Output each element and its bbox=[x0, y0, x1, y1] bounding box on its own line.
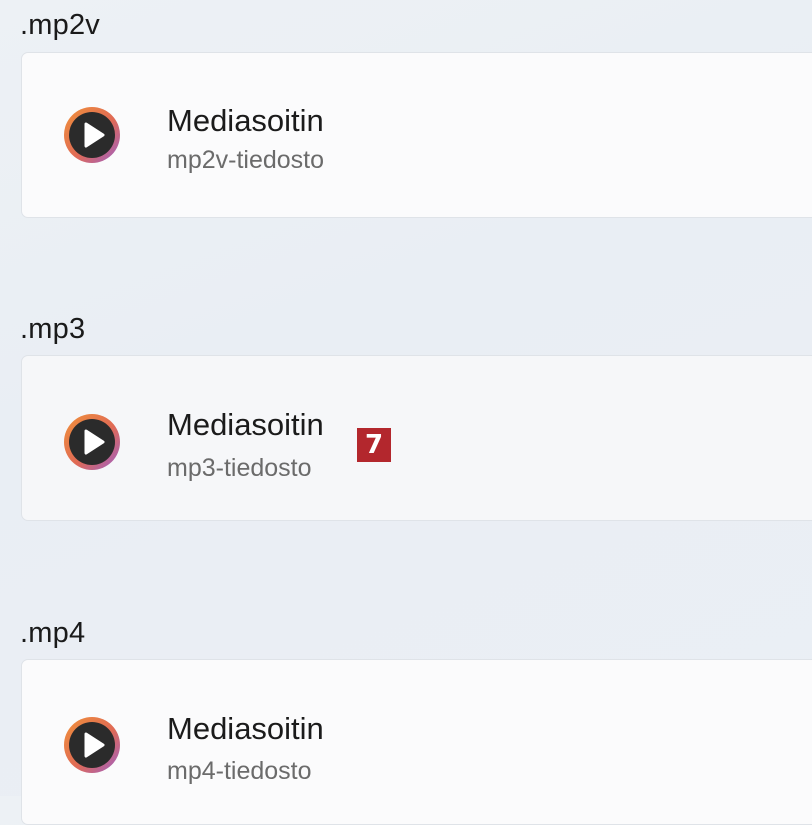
extension-label: .mp2v bbox=[20, 9, 100, 41]
default-app-button[interactable]: Mediasoitin mp2v-tiedosto bbox=[21, 52, 812, 218]
default-app-button[interactable]: Mediasoitin mp4-tiedosto bbox=[21, 659, 812, 825]
file-type-description: mp3-tiedosto bbox=[167, 454, 312, 482]
media-player-icon bbox=[62, 412, 122, 472]
extension-label: .mp3 bbox=[20, 313, 86, 345]
annotation-marker: 7 bbox=[357, 428, 391, 462]
file-type-description: mp2v-tiedosto bbox=[167, 146, 325, 174]
media-player-icon bbox=[62, 105, 122, 165]
extension-label: .mp4 bbox=[20, 617, 86, 649]
app-name: Mediasoitin bbox=[167, 711, 324, 746]
media-player-icon bbox=[62, 715, 122, 775]
default-app-button[interactable]: Mediasoitin mp3-tiedosto bbox=[21, 355, 812, 521]
app-name: Mediasoitin bbox=[167, 103, 324, 138]
file-type-description: mp4-tiedosto bbox=[167, 757, 312, 785]
app-name: Mediasoitin bbox=[167, 407, 324, 442]
